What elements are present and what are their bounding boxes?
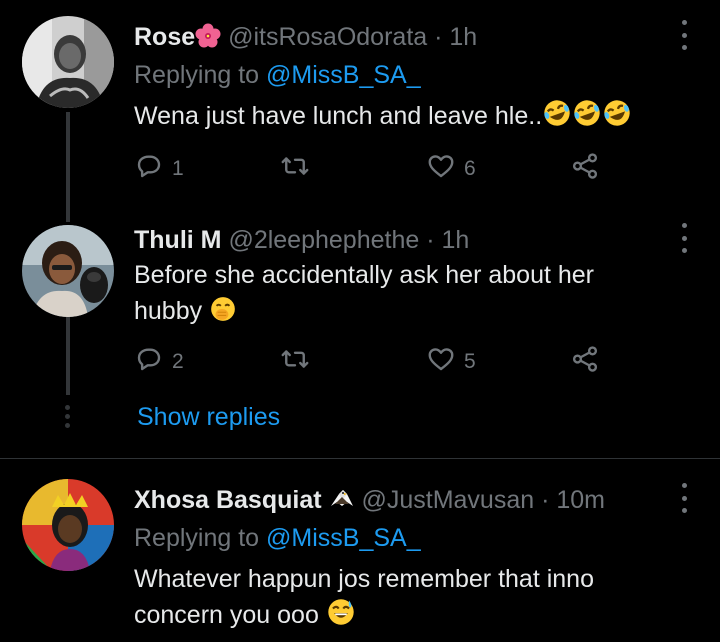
display-name[interactable]: Thuli M — [134, 226, 221, 254]
show-replies-link[interactable]: Show replies — [137, 403, 280, 432]
sweat-smile-emoji-icon — [326, 599, 356, 629]
reply-icon — [134, 151, 164, 187]
tweet-header: Xhosa Basquiat @JustMavusan · 10m — [134, 485, 605, 515]
retweet-button[interactable] — [280, 345, 318, 379]
tweet-actions: 1 6 — [134, 152, 614, 186]
heart-icon — [426, 151, 456, 187]
tweet-actions: 2 5 — [134, 345, 614, 379]
retweet-icon — [280, 344, 310, 380]
thread-line — [66, 112, 70, 222]
like-count: 6 — [464, 157, 476, 180]
replying-label: Replying to — [134, 524, 267, 552]
retweet-icon — [280, 151, 310, 187]
share-icon — [570, 151, 600, 187]
replying-handle-link[interactable]: @MissB_SA_ — [266, 61, 421, 89]
eagle-emoji-icon — [329, 486, 355, 514]
separator: · — [534, 486, 557, 514]
tweet-text-line: Whatever happun jos remember that inno — [134, 565, 594, 593]
tweet-text: Before she accidentally ask her about he… — [134, 257, 594, 329]
timestamp[interactable]: 1h — [441, 226, 469, 254]
hibiscus-emoji-icon — [195, 23, 221, 51]
replying-to: Replying to @MissB_SA_ — [134, 60, 421, 90]
replying-label: Replying to — [134, 61, 267, 89]
retweet-button[interactable] — [280, 152, 318, 186]
share-icon — [570, 344, 600, 380]
tweet-rose[interactable]: Rose @itsRosaOdorata · 1h Replying to @M… — [0, 0, 720, 222]
tweet-text-line: hubby — [134, 297, 203, 325]
more-vertical-icon[interactable] — [676, 483, 692, 513]
like-button[interactable]: 5 — [426, 345, 476, 379]
display-name[interactable]: Rose — [134, 23, 195, 51]
tweet-text-content: Wena just have lunch and leave hle.. — [134, 102, 543, 130]
thread-continuation-dots — [65, 405, 70, 428]
tweet-text: Wena just have lunch and leave hle.. — [134, 98, 632, 134]
user-handle[interactable]: @2leephephethe — [228, 226, 419, 254]
heart-icon — [426, 344, 456, 380]
tweet-text-line: Before she accidentally ask her about he… — [134, 261, 594, 289]
avatar[interactable] — [22, 479, 114, 571]
tweet-header: Rose @itsRosaOdorata · 1h — [134, 22, 477, 52]
display-name[interactable]: Xhosa Basquiat — [134, 486, 322, 514]
separator: · — [427, 23, 450, 51]
thread-line — [66, 315, 70, 395]
avatar[interactable] — [22, 16, 114, 108]
replying-handle-link[interactable]: @MissB_SA_ — [266, 524, 421, 552]
reply-count: 1 — [172, 157, 184, 180]
user-handle[interactable]: @JustMavusan — [361, 486, 534, 514]
hand-over-mouth-emoji-icon — [209, 297, 237, 325]
reply-count: 2 — [172, 350, 184, 373]
reply-icon — [134, 344, 164, 380]
timestamp[interactable]: 10m — [556, 486, 605, 514]
avatar[interactable] — [22, 225, 114, 317]
reply-button[interactable]: 1 — [134, 152, 184, 186]
tweet-header: Thuli M @2leephephethe · 1h — [134, 225, 469, 255]
share-button[interactable] — [570, 152, 600, 186]
reply-button[interactable]: 2 — [134, 345, 184, 379]
separator: · — [419, 226, 442, 254]
like-button[interactable]: 6 — [426, 152, 476, 186]
replying-to: Replying to @MissB_SA_ — [134, 523, 421, 553]
more-vertical-icon[interactable] — [676, 20, 692, 50]
like-count: 5 — [464, 350, 476, 373]
more-vertical-icon[interactable] — [676, 223, 692, 253]
user-handle[interactable]: @itsRosaOdorata — [228, 23, 427, 51]
share-button[interactable] — [570, 345, 600, 379]
tweet-thuli[interactable]: Thuli M @2leephephethe · 1h Before she a… — [0, 215, 720, 460]
tweet-xhosa[interactable]: Xhosa Basquiat @JustMavusan · 10m Replyi… — [0, 459, 720, 642]
tweet-text-line: concern you ooo — [134, 601, 319, 629]
rofl-emoji-icon — [542, 100, 632, 130]
tweet-text: Whatever happun jos remember that inno c… — [134, 561, 594, 633]
timestamp[interactable]: 1h — [449, 23, 477, 51]
